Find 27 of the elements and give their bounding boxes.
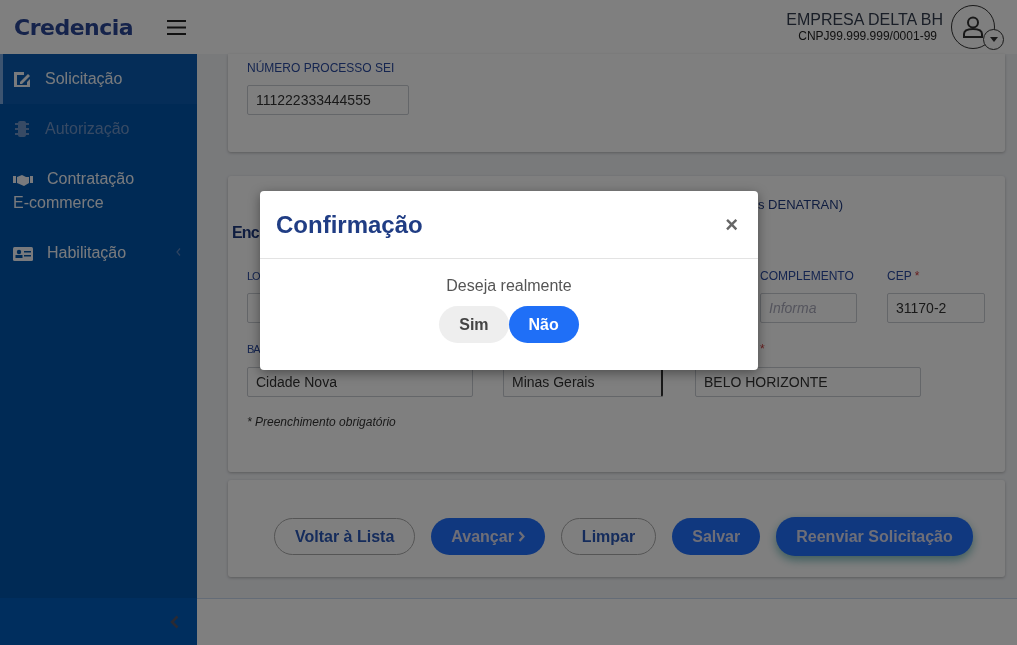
section-heading: Enc bbox=[232, 223, 259, 243]
dialog-button[interactable]: Não bbox=[508, 306, 579, 343]
form-note: s DENATRAN) bbox=[758, 196, 844, 214]
dialog-button[interactable]: Sim bbox=[439, 306, 509, 343]
close-button[interactable]: × bbox=[721, 211, 742, 238]
field-label: COMPLEMENTO bbox=[760, 268, 855, 284]
action-button[interactable]: Limpar bbox=[560, 518, 657, 555]
company-name: EMPRESA DELTA BH bbox=[786, 11, 943, 29]
company-cnpj: CNPJ99.999.999/0001-99 bbox=[798, 29, 937, 43]
input-field[interactable]: 111222333444555 bbox=[247, 85, 409, 115]
field-label: LO bbox=[247, 269, 260, 284]
field-label: BA bbox=[247, 342, 260, 357]
action-button[interactable]: Avançar bbox=[431, 518, 545, 555]
action-button[interactable]: Reenviar Solicitação bbox=[776, 517, 973, 556]
sidebar-item[interactable]: Solicitação bbox=[0, 54, 197, 104]
action-button[interactable]: Voltar à Lista bbox=[274, 518, 416, 555]
required-note: * Preenchimento obrigatório bbox=[247, 414, 397, 430]
dialog-title: Confirmação bbox=[276, 210, 423, 239]
action-button[interactable]: Salvar bbox=[672, 518, 761, 555]
dialog-message: Deseja realmente bbox=[445, 277, 573, 295]
sidebar-item[interactable]: Contratação E-commerce bbox=[0, 154, 197, 228]
field-label: CEP * bbox=[887, 268, 921, 284]
logo: Credencia bbox=[14, 14, 135, 40]
field-label: NÚMERO PROCESSO SEI bbox=[247, 60, 396, 76]
input-field[interactable]: 31170-2 bbox=[887, 293, 985, 323]
required-mark: * bbox=[760, 341, 766, 357]
sidebar-item[interactable]: Habilitação bbox=[0, 228, 197, 278]
